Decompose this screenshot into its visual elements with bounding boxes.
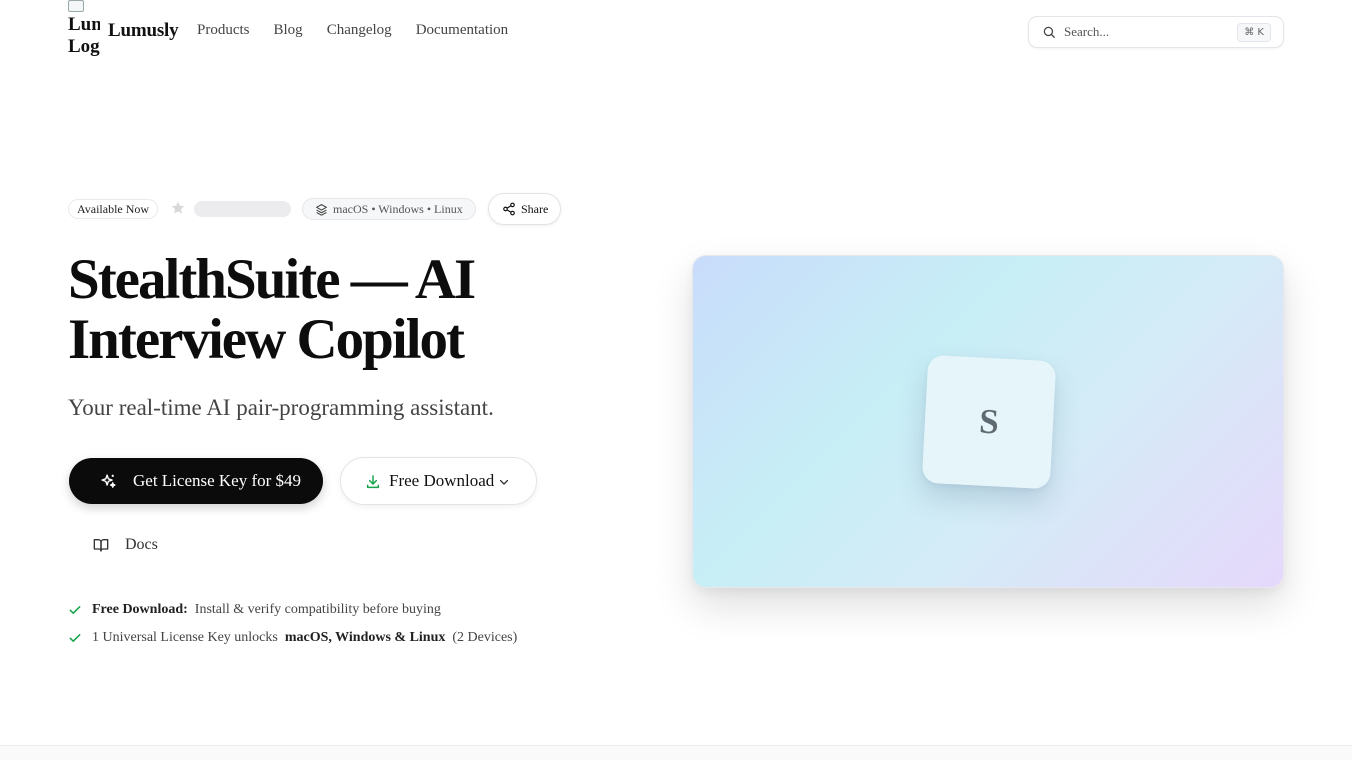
feature-text: 1 Universal License Key unlocks macOS, W… (92, 628, 517, 648)
search-input[interactable]: Search... ⌘ K (1028, 16, 1284, 48)
feature-bold: macOS, Windows & Linux (284, 630, 446, 645)
feature-text: Free Download: Install & verify compatib… (92, 600, 441, 620)
nav-item-documentation[interactable]: Documentation (416, 22, 508, 39)
search-shortcut-badge: ⌘ K (1237, 23, 1271, 42)
get-license-button[interactable]: Get License Key for $49 (69, 458, 323, 504)
hero-visual: S (692, 255, 1284, 588)
free-download-label: Free Download (389, 471, 495, 490)
book-icon (93, 539, 109, 552)
check-icon (69, 634, 81, 642)
nav-item-blog[interactable]: Blog (274, 22, 303, 39)
feature-detail: Install & verify compatibility before bu… (194, 602, 441, 617)
search-icon (1043, 26, 1055, 38)
share-button[interactable]: Share (488, 193, 562, 225)
hero-subtitle: Your real-time AI pair-programming assis… (68, 395, 494, 420)
rating-skeleton (194, 201, 291, 217)
layers-icon (316, 204, 327, 216)
main-nav: Products Blog Changelog Documentation (197, 22, 508, 39)
free-download-button[interactable]: Free Download (340, 457, 537, 505)
nav-item-products[interactable]: Products (197, 22, 250, 39)
docs-label: Docs (125, 536, 158, 553)
download-icon (366, 475, 380, 489)
platforms-badge: macOS • Windows • Linux (302, 198, 476, 220)
app-icon: S (921, 354, 1057, 490)
sparkle-icon (101, 474, 116, 488)
docs-link[interactable]: Docs (80, 527, 170, 563)
feature-bold: Free Download: (92, 602, 188, 617)
feature-prefix: 1 Universal License Key unlocks (92, 630, 278, 645)
search-placeholder: Search... (1064, 24, 1110, 39)
availability-badge: Available Now (68, 199, 159, 219)
star-icon (171, 201, 185, 214)
platforms-label: macOS • Windows • Linux (333, 202, 463, 216)
get-license-label: Get License Key for $49 (133, 471, 302, 490)
nav-item-changelog[interactable]: Changelog (327, 22, 392, 39)
chevron-down-icon (499, 479, 509, 485)
broken-image-icon (68, 0, 84, 12)
share-icon (503, 202, 515, 216)
section-divider (0, 745, 1352, 760)
brand-name[interactable]: Lumusly (108, 20, 179, 42)
logo-image[interactable]: Lumusly Logo (68, 0, 100, 64)
hero-title: StealthSuite — AI Interview Copilot (68, 248, 476, 371)
share-label: Share (521, 202, 549, 216)
feature-suffix: (2 Devices) (452, 630, 518, 645)
logo-alt-text: Lumusly Logo (68, 14, 100, 57)
check-icon (69, 606, 81, 614)
site-header: Lumusly Logo Lumusly Products Blog Chang… (0, 0, 1352, 64)
